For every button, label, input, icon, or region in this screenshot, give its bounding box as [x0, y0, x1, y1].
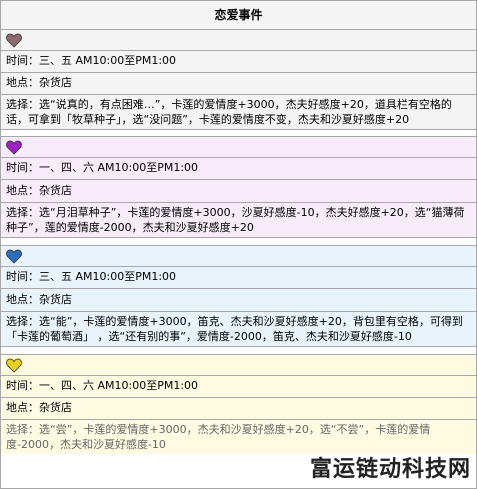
event-time: 时间：一、四、六 AM10:00至PM1:00 — [1, 157, 476, 179]
event-table: 恋爱事件 时间：三、五 AM10:00至PM1:00 地点：杂货店 选择：选“说… — [0, 0, 477, 489]
event-choice: 选择：选“说真的，有点困难…”，卡莲的爱情度+3000，杰夫好感度+20，道具栏… — [1, 94, 476, 129]
event-section: 时间：三、五 AM10:00至PM1:00 地点：杂货店 选择：选“说真的，有点… — [1, 30, 476, 130]
event-time: 时间：三、五 AM10:00至PM1:00 — [1, 266, 476, 288]
event-section: 时间：一、四、六 AM10:00至PM1:00 地点：杂货店 选择：选“月泪草种… — [1, 136, 476, 238]
event-place: 地点：杂货店 — [1, 288, 476, 311]
event-time: 时间：一、四、六 AM10:00至PM1:00 — [1, 375, 476, 397]
event-choice: 选择：选“月泪草种子”，卡莲的爱情度+3000，沙夏好感度-10，杰夫好感度+2… — [1, 202, 476, 237]
event-choice: 选择：选“尝”，卡莲的爱情度+3000，杰夫和沙夏好感度+20，选“不尝”，卡莲… — [1, 419, 476, 454]
event-place: 地点：杂货店 — [1, 397, 476, 419]
event-header — [1, 30, 476, 50]
heart-icon — [6, 358, 22, 374]
event-choice: 选择：选“能”，卡莲的爱情度+3000，笛克、杰夫和沙夏好感度+20，背包里有空… — [1, 311, 476, 346]
event-time: 时间：三、五 AM10:00至PM1:00 — [1, 50, 476, 72]
watermark: 富运链动科技网 — [309, 457, 471, 482]
event-section: 时间：一、四、六 AM10:00至PM1:00 地点：杂货店 选择：选“尝”，卡… — [1, 354, 476, 454]
event-place: 地点：杂货店 — [1, 72, 476, 94]
page-title: 恋爱事件 — [1, 1, 476, 30]
heart-icon — [6, 249, 22, 265]
heart-icon — [6, 33, 22, 49]
event-header — [1, 355, 476, 375]
event-header — [1, 137, 476, 157]
event-place: 地点：杂货店 — [1, 179, 476, 202]
event-header — [1, 246, 476, 266]
event-section: 时间：三、五 AM10:00至PM1:00 地点：杂货店 选择：选“能”，卡莲的… — [1, 245, 476, 347]
heart-icon — [6, 140, 22, 156]
